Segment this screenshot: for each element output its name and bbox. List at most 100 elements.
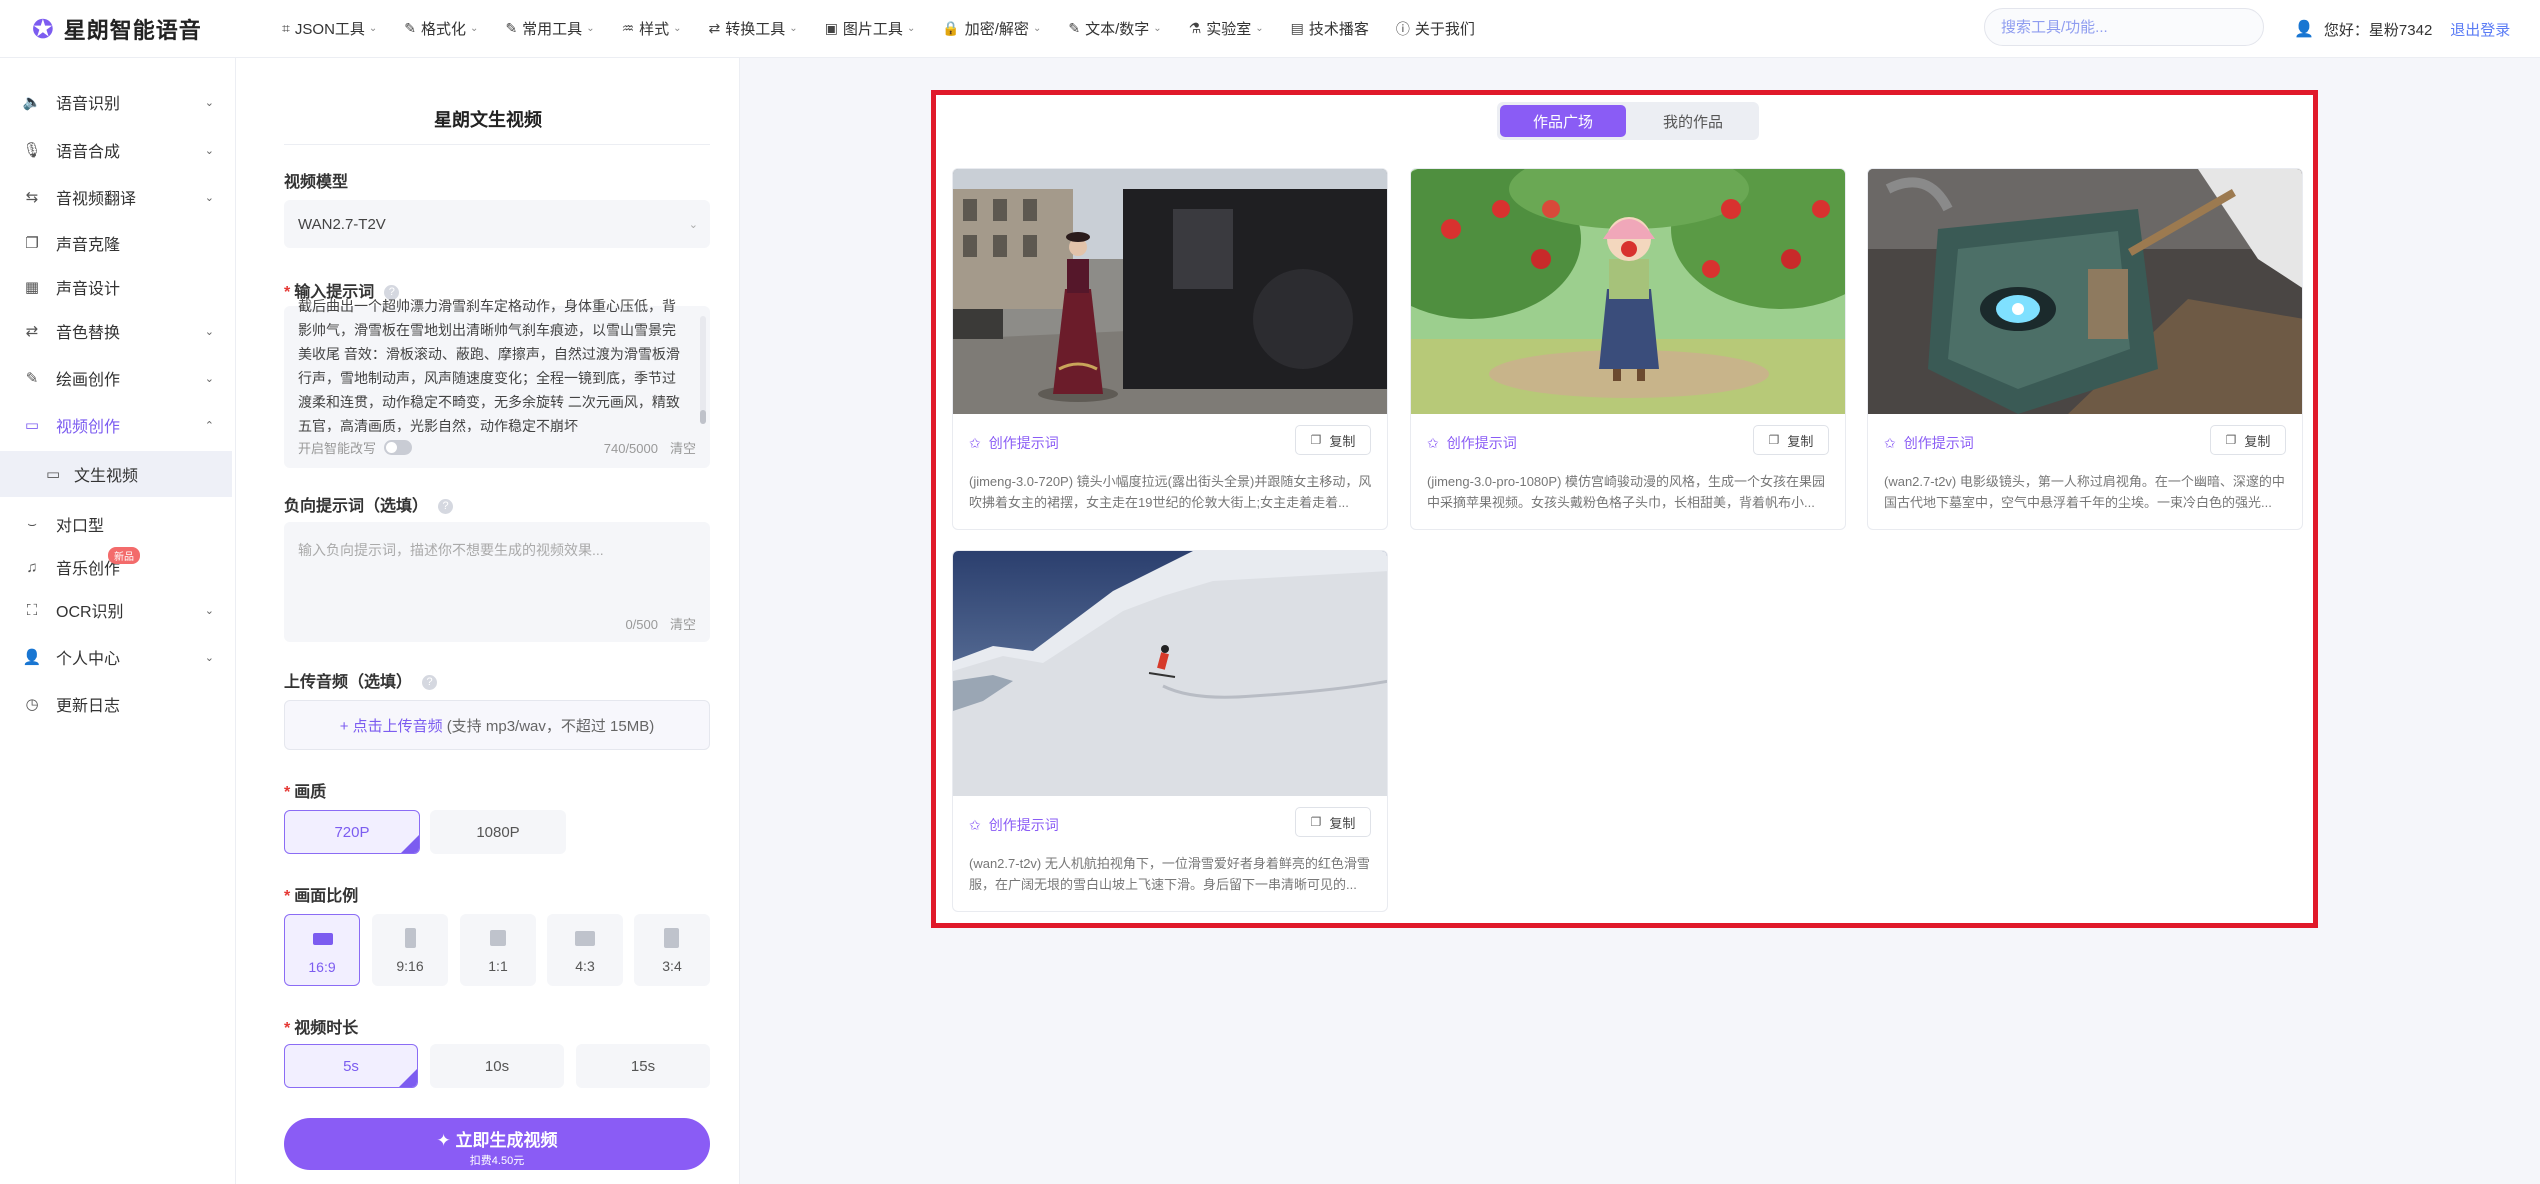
prompt-text[interactable]: 截后曲出一个超帅漂力滑雪刹车定格动作，身体重心压低，背影帅气，滑雪板在雪地划出清…	[298, 294, 688, 432]
nav-item-label: 样式	[639, 21, 670, 38]
chevron-down-icon: ⌄	[586, 23, 595, 34]
clock-icon: ◷	[25, 696, 39, 713]
user-greeting: 您好：星粉7342	[2323, 21, 2433, 39]
nav-item-label: 技术播客	[1308, 21, 1369, 38]
logout-link[interactable]: 退出登录	[2450, 19, 2510, 40]
sidebar-item[interactable]: ◷ 更新日志	[0, 682, 236, 726]
model-select[interactable]: WAN2.7-T2V ⌄	[284, 200, 710, 248]
upload-link[interactable]: + 点击上传音频	[340, 715, 443, 736]
copy-button[interactable]: ❐ 复制	[1295, 807, 1371, 837]
prompt-clear-button[interactable]: 清空	[670, 441, 696, 456]
ratio-9-16[interactable]: 9:16	[372, 914, 448, 986]
smart-rewrite-row: 开启智能改写	[298, 438, 413, 457]
nav-item[interactable]: ♒ 样式 ⌄	[622, 18, 682, 39]
nav-item[interactable]: ✎ 常用工具 ⌄	[505, 18, 594, 39]
ratio-3-4[interactable]: 3:4	[634, 914, 710, 986]
smart-rewrite-label: 开启智能改写	[298, 441, 377, 456]
ratio-16-9[interactable]: 16:9	[284, 914, 360, 986]
tab-gallery-square[interactable]: 作品广场	[1500, 105, 1626, 137]
negative-clear-button[interactable]: 清空	[670, 617, 696, 632]
copy-icon: ❐	[1768, 433, 1780, 447]
video-card[interactable]: ✩ 创作提示词 ❐ 复制 (wan2.7-t2v) 电影级镜头，第一人称过肩视角。在…	[1867, 168, 2303, 530]
quality-1080p[interactable]: 1080P	[430, 810, 566, 854]
convert-icon: ⇄	[708, 20, 721, 36]
sidebar-item[interactable]: ⌣ 对口型	[0, 502, 236, 546]
sidebar-item[interactable]: 👤 个人中心 ⌄	[0, 635, 236, 679]
video-thumbnail[interactable]	[953, 551, 1387, 796]
video-card[interactable]: ✩ 创作提示词 ❐ 复制 (jimeng-3.0-720P) 镜头小幅度拉远(露出街…	[952, 168, 1388, 530]
sidebar-item[interactable]: ▦ 声音设计	[0, 265, 236, 309]
prompt-title: ✩ 创作提示词	[969, 434, 1059, 452]
sidebar-item-label: 个人中心	[56, 651, 121, 668]
ratio-1-1[interactable]: 1:1	[460, 914, 536, 986]
nav-item[interactable]: ⚗ 实验室 ⌄	[1189, 18, 1264, 39]
nav-item[interactable]: ▤ 技术播客	[1291, 18, 1369, 39]
duration-5s[interactable]: 5s	[284, 1044, 418, 1088]
video-thumbnail[interactable]	[1868, 169, 2302, 414]
prompt-scrollbar[interactable]	[700, 316, 706, 424]
upload-hint: (支持 mp3/wav，不超过 15MB)	[446, 717, 655, 735]
microphone-icon: 🎙	[22, 142, 42, 159]
smart-rewrite-toggle[interactable]	[384, 440, 413, 455]
user-icon: 👤	[2294, 21, 2314, 38]
chevron-down-icon: ⌄	[204, 651, 214, 664]
prompt-title: ✩ 创作提示词	[1427, 434, 1517, 452]
nav-item-label: 常用工具	[522, 21, 583, 38]
sidebar-item[interactable]: 🔈 语音识别 ⌄	[0, 80, 236, 124]
sidebar-item[interactable]: ❐ 声音克隆	[0, 221, 236, 265]
video-thumbnail[interactable]	[1411, 169, 1845, 414]
chevron-down-icon: ⌄	[368, 23, 378, 34]
chevron-down-icon: ⌄	[688, 218, 698, 231]
sidebar-item[interactable]: ⛶ OCR识别 ⌄	[0, 588, 236, 632]
nav-item-label: 关于我们	[1414, 21, 1475, 38]
nav-item[interactable]: 🔒 加密/解密 ⌄	[942, 18, 1041, 39]
negative-prompt-input[interactable]: 输入负向提示词，描述你不想要生成的视频效果... 0/500 清空	[284, 522, 710, 642]
quality-720p[interactable]: 720P	[284, 810, 420, 854]
ratio-label: * 画面比例	[284, 888, 359, 905]
copy-button[interactable]: ❐ 复制	[2210, 425, 2286, 455]
sidebar-item[interactable]: ✎ 绘画创作 ⌄	[0, 356, 236, 400]
nav-item-label: JSON工具	[294, 21, 365, 38]
tab-my-works[interactable]: 我的作品	[1630, 105, 1756, 137]
nav-item[interactable]: ✎ 格式化 ⌄	[404, 18, 478, 39]
style-icon: ♒	[621, 20, 635, 36]
audio-upload-button[interactable]: + 点击上传音频 (支持 mp3/wav，不超过 15MB)	[284, 700, 710, 750]
generate-video-button[interactable]: ✦ 立即生成视频 扣费4.50元	[284, 1118, 710, 1170]
copy-icon: ❐	[1310, 815, 1322, 829]
user-icon: 👤	[22, 649, 42, 666]
brand[interactable]: ✪ 星朗智能语音	[32, 13, 272, 45]
duration-10s[interactable]: 10s	[430, 1044, 564, 1088]
sidebar-item[interactable]: ▭ 视频创作 ⌃	[0, 403, 236, 447]
search-input[interactable]	[1984, 8, 2264, 46]
sidebar-item[interactable]: ⇄ 音色替换 ⌄	[0, 309, 236, 353]
sidebar-item[interactable]: ⇆ 音视频翻译 ⌄	[0, 175, 236, 219]
panel-title: 星朗文生视频	[434, 110, 542, 130]
copy-button[interactable]: ❐ 复制	[1295, 425, 1371, 455]
chevron-down-icon: ⌄	[1032, 23, 1042, 34]
prompt-textarea[interactable]: 截后曲出一个超帅漂力滑雪刹车定格动作，身体重心压低，背影帅气，滑雪板在雪地划出清…	[284, 298, 710, 468]
podcast-icon: ▤	[1290, 20, 1304, 36]
copy-button[interactable]: ❐ 复制	[1753, 425, 1829, 455]
nav-item[interactable]: ⓘ 关于我们	[1396, 18, 1475, 39]
star-logo-icon: ✪	[32, 13, 54, 44]
sidebar-item[interactable]: ♫ 音乐创作 新品	[0, 545, 236, 589]
negative-placeholder: 输入负向提示词，描述你不想要生成的视频效果...	[298, 542, 604, 558]
video-card[interactable]: ✩ 创作提示词 ❐ 复制 (wan2.7-t2v) 无人机航拍视角下，一位滑雪爱好者…	[952, 550, 1388, 912]
help-icon: ?	[422, 675, 438, 691]
video-thumbnail[interactable]	[953, 169, 1387, 414]
chevron-down-icon: ⌄	[1255, 23, 1264, 34]
model-label: 视频模型	[284, 174, 349, 191]
info-icon: ⓘ	[1395, 20, 1410, 37]
lipsync-icon: ⌣	[27, 515, 37, 533]
sidebar-subitem-text-to-video[interactable]: ▭ 文生视频	[0, 451, 232, 497]
duration-15s[interactable]: 15s	[576, 1044, 710, 1088]
sidebar-item-label: 声音设计	[56, 281, 121, 298]
nav-item[interactable]: ⌗ JSON工具 ⌄	[282, 18, 377, 39]
nav-item[interactable]: ▣ 图片工具 ⌄	[825, 18, 916, 39]
swap-icon: ⇄	[25, 323, 39, 340]
ratio-4-3[interactable]: 4:3	[547, 914, 623, 986]
sidebar-item[interactable]: 🎙 语音合成 ⌄	[0, 128, 236, 172]
video-card[interactable]: ✩ 创作提示词 ❐ 复制 (jimeng-3.0-pro-1080P) 模仿宫崎骏动…	[1410, 168, 1846, 530]
nav-item[interactable]: ⇄ 转换工具 ⌄	[709, 18, 798, 39]
nav-item[interactable]: ✎ 文本/数字 ⌄	[1068, 18, 1161, 39]
